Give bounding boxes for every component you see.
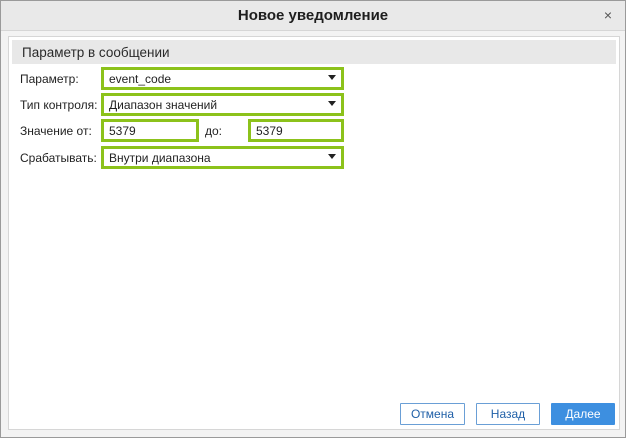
from-value-input[interactable]: 5379 xyxy=(101,119,199,142)
close-icon[interactable]: × xyxy=(602,8,614,22)
chevron-down-icon xyxy=(328,75,336,80)
dialog-title: Новое уведомление xyxy=(237,7,389,24)
cancel-button[interactable]: Отмена xyxy=(400,403,465,425)
next-button[interactable]: Далее xyxy=(551,403,615,425)
new-notification-dialog: Новое уведомление × Параметр в сообщении… xyxy=(0,0,626,438)
control-type-label: Тип контроля: xyxy=(20,98,98,112)
to-label: до: xyxy=(205,124,223,138)
param-select[interactable]: event_code xyxy=(101,67,344,90)
to-value-input[interactable]: 5379 xyxy=(248,119,344,142)
chevron-down-icon xyxy=(328,101,336,106)
trigger-label: Срабатывать: xyxy=(20,151,97,165)
chevron-down-icon xyxy=(328,154,336,159)
control-type-select[interactable]: Диапазон значений xyxy=(101,93,344,116)
dialog-titlebar: Новое уведомление × xyxy=(1,1,625,31)
param-label: Параметр: xyxy=(20,72,79,86)
to-value: 5379 xyxy=(256,124,283,138)
trigger-select[interactable]: Внутри диапазона xyxy=(101,146,344,169)
control-type-value: Диапазон значений xyxy=(109,98,218,112)
section-title: Параметр в сообщении xyxy=(22,45,170,60)
from-label: Значение от: xyxy=(20,124,92,138)
from-value: 5379 xyxy=(109,124,136,138)
back-button[interactable]: Назад xyxy=(476,403,540,425)
param-value: event_code xyxy=(109,72,172,86)
trigger-value: Внутри диапазона xyxy=(109,151,211,165)
dialog-body: Параметр в сообщении Параметр: event_cod… xyxy=(8,36,620,430)
section-header: Параметр в сообщении xyxy=(12,40,616,64)
